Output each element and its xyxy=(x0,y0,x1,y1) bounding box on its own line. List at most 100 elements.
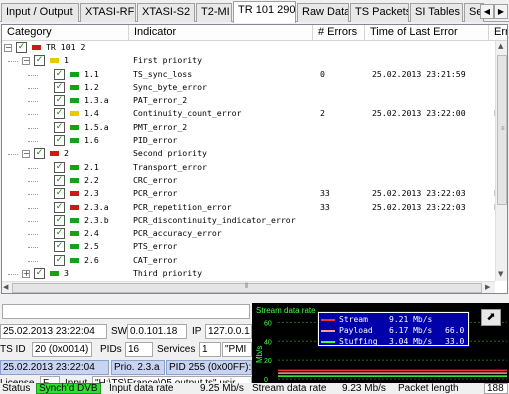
table-row[interactable]: ✓ 2.2 CRC_error xyxy=(2,174,495,187)
tab-input-output[interactable]: Input / Output xyxy=(1,3,79,22)
tree-connector xyxy=(28,247,38,249)
tab-t2-mi[interactable]: T2-MI xyxy=(196,3,232,22)
indicator-cell: CRC_error xyxy=(133,174,178,185)
scroll-right-icon[interactable]: ▶ xyxy=(485,283,490,291)
status-flag-icon xyxy=(70,138,79,144)
tab-xtasi-s2[interactable]: XTASI-S2 xyxy=(137,3,195,22)
table-row[interactable]: ✓ 2.4 PCR_accuracy_error xyxy=(2,227,495,240)
tab-raw-data[interactable]: Raw Data xyxy=(297,3,349,22)
tree-connector xyxy=(28,141,38,143)
table-row[interactable]: + ✓ 3 Third priority xyxy=(2,267,495,280)
indicator-cell: CAT_error xyxy=(133,254,178,265)
row-checkbox[interactable]: ✓ xyxy=(54,228,65,240)
row-checkbox[interactable]: ✓ xyxy=(54,201,65,213)
horizontal-scroll-thumb[interactable]: ⦀ xyxy=(12,283,482,293)
row-checkbox[interactable]: ✓ xyxy=(54,135,65,147)
legend-value: 6.17 Mb/s xyxy=(389,326,433,335)
tab-ts-packets[interactable]: TS Packets xyxy=(350,3,409,22)
collapse-icon[interactable]: − xyxy=(22,150,30,159)
legend-pct: 33.0 % xyxy=(445,337,469,346)
horizontal-scrollbar[interactable]: ◀ ⦀ ▶ xyxy=(2,281,495,293)
category-cell: 2.6 xyxy=(84,254,99,265)
row-checkbox[interactable]: ✓ xyxy=(16,42,27,53)
errors-cell: 0 xyxy=(320,68,325,79)
table-row[interactable]: ✓ 1.6 PID_error xyxy=(2,134,495,147)
tab-scroll-right-icon[interactable]: ▶ xyxy=(494,4,508,19)
row-checkbox[interactable]: ✓ xyxy=(54,108,65,120)
graph-legend: Stream9.21 Mb/sPayload6.17 Mb/s66.0 %Stu… xyxy=(317,311,470,347)
legend-item: Payload 6.17 Mb/s 66.0 % xyxy=(321,325,469,336)
timestamp-field: 25.02.2013 23:22:04 xyxy=(0,324,107,339)
row-checkbox[interactable]: ✓ xyxy=(54,81,65,93)
y-tick-label: 40 xyxy=(264,339,272,346)
row-checkbox[interactable]: ✓ xyxy=(54,241,65,253)
indicator-cell: Continuity_count_error xyxy=(133,108,242,119)
status-flag-icon xyxy=(70,231,79,237)
table-row[interactable]: ✓2.3PCR_error3325.02.2013 23:22:03PI xyxy=(2,187,495,200)
row-checkbox[interactable]: ✓ xyxy=(34,148,45,160)
indicator-cell: Transport_error xyxy=(133,161,207,172)
row-checkbox[interactable]: ✓ xyxy=(54,214,65,226)
column-header-error-pid[interactable]: Erro xyxy=(489,25,507,41)
tree-connector xyxy=(8,61,18,63)
table-row[interactable]: ✓ 1.1 TS_sync_loss 0 25.02.2013 23:21:59 xyxy=(2,68,495,81)
scroll-left-icon[interactable]: ◀ xyxy=(3,283,8,291)
message-field[interactable] xyxy=(2,304,250,319)
row-checkbox[interactable]: ✓ xyxy=(54,68,65,80)
table-row[interactable]: ✓ 2.5 PTS_error xyxy=(2,240,495,253)
expand-icon[interactable]: + xyxy=(22,270,30,279)
table-row[interactable]: ✓ 2.3.a PCR_repetition_error 33 25.02.2013 2… xyxy=(2,201,495,214)
scroll-down-icon[interactable]: ▼ xyxy=(498,270,503,278)
row-checkbox[interactable]: ✓ xyxy=(54,254,65,266)
vertical-scroll-thumb[interactable]: ≡ xyxy=(497,55,507,205)
collapse-icon[interactable]: − xyxy=(22,57,30,66)
tree-connector xyxy=(28,194,38,196)
pin-icon[interactable]: ⬈ xyxy=(481,309,501,326)
row-checkbox[interactable]: ✓ xyxy=(54,95,65,107)
row-checkbox[interactable]: ✓ xyxy=(54,161,65,173)
column-header-indicator[interactable]: Indicator xyxy=(129,25,313,41)
scroll-up-icon[interactable]: ▲ xyxy=(498,42,503,50)
legend-pct: 66.0 % xyxy=(445,326,469,335)
row-checkbox[interactable]: ✓ xyxy=(34,268,45,280)
status-flag-icon xyxy=(70,204,79,210)
row-checkbox[interactable]: ✓ xyxy=(54,121,65,133)
row-checkbox[interactable]: ✓ xyxy=(34,55,45,67)
legend-body: Stream9.21 Mb/sPayload6.17 Mb/s66.0 %Stu… xyxy=(319,313,469,346)
tab-si-tables[interactable]: SI Tables xyxy=(410,3,463,22)
tab-xtasi-rf[interactable]: XTASI-RF xyxy=(80,3,136,22)
pids-field: 16 xyxy=(125,342,153,357)
collapse-icon[interactable]: − xyxy=(4,44,12,52)
splitter[interactable] xyxy=(0,295,509,299)
table-row[interactable]: − ✓ 1 First priority xyxy=(2,54,495,67)
table-row[interactable]: ✓ 2.1 Transport_error xyxy=(2,161,495,174)
row-checkbox[interactable]: ✓ xyxy=(54,174,65,186)
table-row[interactable]: ✓ 1.2 Sync_byte_error xyxy=(2,81,495,94)
status-flag-icon xyxy=(70,257,79,263)
tree-connector xyxy=(8,154,18,156)
table-row[interactable]: − ✓ 2 Second priority xyxy=(2,147,495,160)
column-header-category[interactable]: Category xyxy=(2,25,129,41)
table-row[interactable]: −✓ TR 101 290 xyxy=(2,41,495,54)
tab-tr-101-290[interactable]: TR 101 290 xyxy=(233,1,296,23)
column-header-errors[interactable]: # Errors xyxy=(313,25,365,41)
table-row[interactable]: ✓ 1.5.a PMT_error_2 xyxy=(2,121,495,134)
table-row[interactable]: ✓ 2.3.b PCR_discontinuity_indicator_error xyxy=(2,214,495,227)
grip-icon: ≡ xyxy=(501,126,505,132)
indicator-cell: Third priority xyxy=(133,268,203,279)
indicator-cell: PCR_discontinuity_indicator_error xyxy=(133,214,296,225)
time-cell: 25.02.2013 23:22:03 xyxy=(372,201,466,212)
vertical-scrollbar[interactable]: ▲ ≡ ▼ xyxy=(495,41,507,281)
status-flag-icon xyxy=(70,244,79,250)
table-row[interactable]: ✓ 1.4 Continuity_count_error 2 25.02.2013 23… xyxy=(2,107,495,120)
indicator-cell: PTS_error xyxy=(133,241,178,252)
indicator-cell: PAT_error_2 xyxy=(133,95,188,106)
column-header-time-of-last-error[interactable]: Time of Last Error xyxy=(365,25,489,41)
table-row[interactable]: ✓ 2.6 CAT_error xyxy=(2,254,495,267)
status-flag-icon xyxy=(70,124,79,130)
row-checkbox[interactable]: ✓ xyxy=(54,188,65,200)
table-row[interactable]: ✓ 1.3.a PAT_error_2 xyxy=(2,94,495,107)
tab-scroll-left-icon[interactable]: ◀ xyxy=(480,4,494,19)
tree-connector xyxy=(28,167,38,169)
category-cell: 1.2 xyxy=(84,81,99,92)
